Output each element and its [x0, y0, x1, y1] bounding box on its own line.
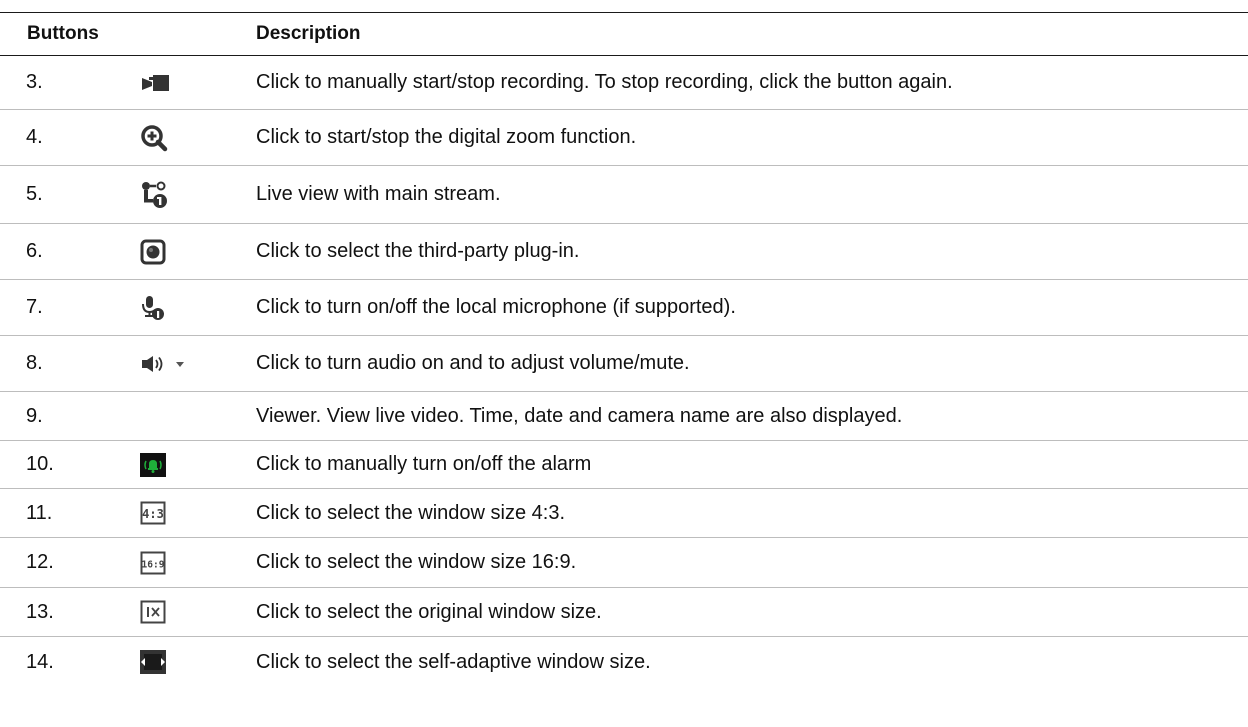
table-row: 10. Click to manually turn on/off the al…: [0, 441, 1248, 489]
row-number: 14.: [26, 650, 54, 673]
table-header: Buttons Description: [0, 13, 1248, 56]
window-original-icon: [140, 592, 200, 632]
table-row: 14. Click to select the self-adaptive wi…: [0, 637, 1248, 687]
table-row: 4. Click to start/stop the digital zoom …: [0, 110, 1248, 166]
row-description: Click to select the third-party plug-in.: [256, 240, 580, 262]
speaker-dropdown-icon: [140, 344, 200, 384]
row-description: Live view with main stream.: [256, 183, 501, 205]
row-number: 9.: [26, 404, 43, 427]
row-number: 3.: [26, 71, 43, 93]
table-row: 9. Viewer. View live video. Time, date a…: [0, 392, 1248, 441]
description-column-header: Description: [256, 23, 361, 44]
row-number: 6.: [26, 240, 43, 262]
row-number: 7.: [26, 296, 43, 318]
table-row: 7. Click to turn on/off the local microp…: [0, 280, 1248, 336]
record-camera-icon: [140, 63, 200, 103]
row-description: Click to select the original window size…: [256, 600, 602, 623]
row-number: 5.: [26, 183, 43, 205]
row-number: 13.: [26, 600, 54, 623]
plugin-icon: [140, 232, 200, 272]
alarm-icon: [140, 445, 200, 485]
row-description: Click to select the self-adaptive window…: [256, 650, 651, 673]
svg-text:16:9: 16:9: [142, 559, 165, 570]
table-row: 5. Live view with main stream.: [0, 166, 1248, 224]
row-description: Viewer. View live video. Time, date and …: [256, 404, 903, 427]
row-number: 12.: [26, 551, 54, 573]
window-16-9-icon: 16:9: [140, 543, 200, 583]
table-row: 12. 16:9 Click to select the window size…: [0, 538, 1248, 588]
row-description: Click to select the window size 16:9.: [256, 551, 577, 573]
window-self-adaptive-icon: [140, 642, 200, 682]
table-row: 11. 4:3 Click to select the window size …: [0, 489, 1248, 538]
table-row: 3. Click to manually start/stop recordin…: [0, 56, 1248, 110]
buttons-table: Buttons Description 3. Click to manually…: [0, 12, 1248, 687]
row-description: Click to select the window size 4:3.: [256, 501, 566, 524]
row-description: Click to manually start/stop recording. …: [256, 71, 953, 93]
table-row: 8. Click to turn audio on and to adjust …: [0, 336, 1248, 392]
microphone-icon: [140, 288, 200, 328]
row-description: Click to turn audio on and to adjust vol…: [256, 352, 690, 374]
buttons-column-header: Buttons: [27, 23, 99, 44]
zoom-in-icon: [140, 118, 200, 158]
row-description: Click to start/stop the digital zoom fun…: [256, 126, 637, 148]
row-number: 8.: [26, 352, 43, 374]
row-number: 10.: [26, 453, 54, 475]
row-description: Click to turn on/off the local microphon…: [256, 296, 736, 318]
main-stream-icon: [140, 175, 200, 215]
window-4-3-icon: 4:3: [140, 493, 200, 533]
row-number: 11.: [26, 501, 53, 524]
table-row: 6. Click to select the third-party plug-…: [0, 224, 1248, 280]
svg-text:4:3: 4:3: [142, 507, 164, 521]
row-number: 4.: [26, 126, 43, 148]
row-description: Click to manually turn on/off the alarm: [256, 453, 592, 475]
table-row: 13. Click to select the original window …: [0, 588, 1248, 637]
